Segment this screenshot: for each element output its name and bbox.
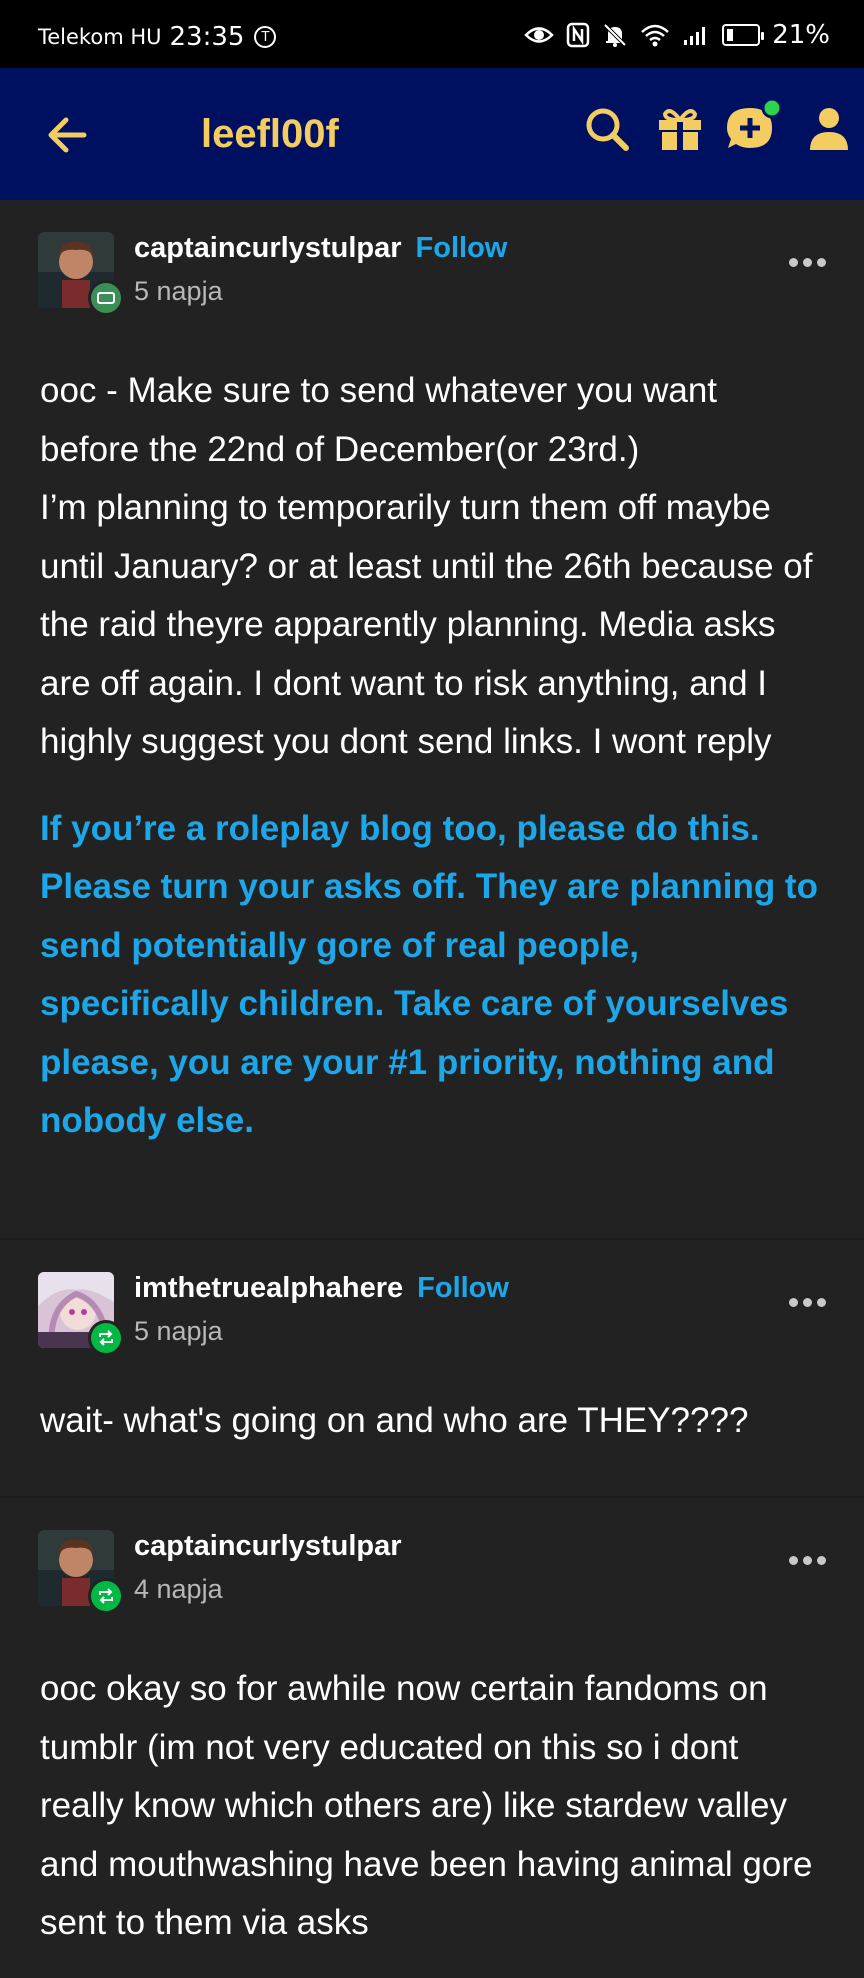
post-username[interactable]: imthetruealphahere Follow — [134, 1272, 509, 1305]
search-icon[interactable] — [582, 104, 632, 154]
battery-percent: 21% — [772, 20, 830, 50]
post-paragraph: I’m planning to temporarily turn them of… — [40, 488, 813, 761]
username-link[interactable]: captaincurlystulpar — [134, 232, 402, 264]
follow-button[interactable]: Follow — [417, 1272, 509, 1304]
username-link[interactable]: imthetruealphahere — [134, 1272, 403, 1304]
account-icon[interactable] — [806, 104, 852, 154]
back-arrow-icon[interactable] — [44, 112, 90, 158]
new-chat-icon[interactable] — [722, 96, 784, 158]
username-link[interactable]: captaincurlystulpar — [134, 1530, 402, 1562]
more-options-icon[interactable] — [789, 1556, 826, 1565]
post-paragraph: ooc okay so for awhile now certain fando… — [40, 1669, 813, 1942]
mute-bell-icon — [603, 23, 627, 47]
post-paragraph: wait- what's going on and who are THEY??… — [40, 1401, 749, 1440]
blog-title[interactable]: leefl00f — [201, 112, 339, 157]
post-timestamp: 5 napja — [134, 276, 223, 306]
post-username[interactable]: captaincurlystulpar — [134, 1530, 402, 1563]
nfc-icon — [566, 22, 590, 48]
post-timestamp: 4 napja — [134, 1574, 223, 1604]
post-timestamp: 5 napja — [134, 1316, 223, 1346]
more-options-icon[interactable] — [789, 258, 826, 267]
eye-icon — [524, 27, 554, 43]
reblog-icon — [88, 1578, 124, 1614]
reply-post: captaincurlystulpar Follow 5 napja ooc - … — [0, 200, 864, 1240]
follow-button[interactable]: Follow — [416, 232, 508, 264]
carrier-label: Telekom HU — [38, 25, 162, 49]
highlighted-paragraph: If you’re a roleplay blog too, please do… — [40, 808, 818, 1141]
reply-post: imthetruealphahere Follow 5 napja wait- w… — [0, 1240, 864, 1498]
post-username[interactable]: captaincurlystulpar Follow — [134, 232, 507, 265]
top-navigation-bar: leefl00f — [0, 68, 864, 200]
signal-icon — [684, 27, 706, 45]
notes-thread: captaincurlystulpar Follow 5 napja ooc - … — [0, 200, 864, 1978]
clock: 23:35 — [169, 22, 245, 52]
battery-icon — [722, 24, 765, 46]
reblog-icon — [88, 1320, 124, 1356]
wifi-icon — [641, 24, 670, 47]
status-bar: Telekom HU 23:35 T 21% — [0, 0, 864, 68]
post-body: ooc - Make sure to send whatever you wan… — [0, 312, 864, 1151]
post-body: ooc okay so for awhile now certain fando… — [0, 1610, 864, 1953]
telekom-icon: T — [254, 26, 277, 48]
reply-post: captaincurlystulpar 4 napja ooc okay so … — [0, 1498, 864, 1978]
ask-badge-icon — [88, 280, 124, 316]
gift-icon[interactable] — [655, 104, 705, 154]
more-options-icon[interactable] — [789, 1298, 826, 1307]
post-paragraph: ooc - Make sure to send whatever you wan… — [40, 371, 718, 469]
post-body: wait- what's going on and who are THEY??… — [0, 1352, 864, 1451]
